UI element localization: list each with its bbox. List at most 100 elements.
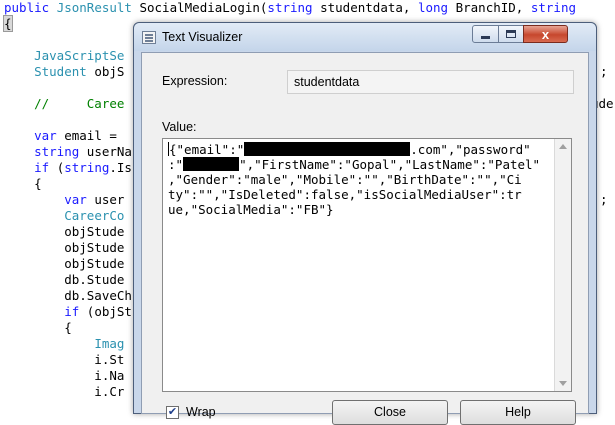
code-token: objStude (4, 240, 125, 255)
code-line: if (objSt (4, 304, 132, 320)
value-segment: ","FirstName":"Gopal","LastName":"Patel" (239, 157, 541, 172)
code-line-fragment: ; (600, 64, 608, 79)
expression-label: Expression: (162, 74, 228, 88)
code-token: SocialMediaLogin( (139, 0, 268, 15)
code-line-fragment: ; (600, 192, 608, 207)
value-segment: ue,"SocialMedia":"FB"} (168, 202, 334, 217)
code-token: string (64, 160, 110, 175)
text-visualizer-dialog: Text Visualizer x Expression: studentdat… (133, 22, 597, 425)
window-close-button[interactable]: x (523, 25, 568, 43)
dialog-title: Text Visualizer (162, 30, 243, 44)
code-line: var email = (4, 128, 124, 144)
dialog-titlebar[interactable]: Text Visualizer x (134, 23, 596, 51)
help-button[interactable]: Help (460, 400, 576, 425)
value-segment: ty":"","IsDeleted":false,"isSocialMediaU… (168, 187, 522, 202)
code-line: JavaScriptSe (4, 48, 124, 64)
code-token: { (3, 15, 13, 32)
code-token: if (34, 160, 57, 175)
code-token: var (34, 128, 65, 143)
code-line: // Caree (4, 96, 124, 112)
code-line: objStude (4, 224, 124, 240)
code-token: i.Na (4, 368, 125, 383)
code-line: var user (4, 192, 124, 208)
code-line: objStude (4, 256, 124, 272)
code-token: (objSt (86, 304, 132, 319)
code-token: email = (64, 128, 125, 143)
code-token: Imag (94, 336, 125, 351)
code-line: objStude (4, 240, 124, 256)
code-token: i.St (4, 352, 125, 367)
code-line: string userNa (4, 144, 132, 160)
value-line: {"email":" .com","password" (168, 142, 550, 157)
code-line: { (3, 15, 13, 32)
code-token: objS (94, 64, 125, 79)
wrap-checkbox[interactable]: ✔ (166, 406, 179, 419)
wrap-label: Wrap (186, 405, 216, 419)
code-token: string (34, 144, 87, 159)
code-token: i.Cr (4, 384, 125, 399)
code-token: { (4, 176, 42, 191)
code-token: JavaScriptSe (4, 48, 125, 63)
code-line: { (4, 176, 42, 192)
code-token: if (64, 304, 87, 319)
checkmark-icon: ✔ (167, 406, 178, 418)
code-token: db.SaveCh (4, 288, 132, 303)
value-text: {"email":" .com","password" :" ","FirstName… (168, 142, 550, 217)
code-line: Imag (4, 336, 124, 352)
code-token: studentdata, (320, 0, 418, 15)
value-line: ty":"","IsDeleted":false,"isSocialMediaU… (168, 187, 550, 202)
code-line: i.Na (4, 368, 124, 384)
dialog-client-area: Expression: studentdata Value: {"email":… (141, 52, 589, 425)
code-token: var (64, 192, 95, 207)
code-line: { (4, 320, 72, 336)
code-token: { (4, 320, 72, 335)
value-line: ue,"SocialMedia":"FB"} (168, 202, 550, 217)
value-segment: .com","password" (410, 142, 531, 157)
value-segment: {"email":" (169, 142, 245, 157)
close-button[interactable]: Close (332, 400, 448, 425)
value-segment: ,"Gender":"male","Mobile":"","BirthDate"… (168, 172, 522, 187)
code-token: .Is (109, 160, 132, 175)
code-line: public JsonResult SocialMediaLogin(strin… (4, 0, 576, 16)
code-token: objStude (4, 256, 125, 271)
value-segment: :" (168, 157, 184, 172)
code-token: BranchID, (455, 0, 531, 15)
code-token: string (267, 0, 321, 15)
code-line: if (string.Is (4, 160, 132, 176)
maximize-button[interactable] (498, 25, 524, 43)
redacted-block (244, 142, 411, 156)
code-token: objStude (4, 224, 125, 239)
minimize-button[interactable] (472, 25, 499, 43)
code-line: db.Stude (4, 272, 124, 288)
code-token: userNa (86, 144, 132, 159)
vertical-scrollbar[interactable] (554, 139, 571, 391)
code-token: // Caree (4, 96, 125, 111)
code-line: i.St (4, 352, 124, 368)
value-line: ,"Gender":"male","Mobile":"","BirthDate"… (168, 172, 550, 187)
code-line: Student objS (4, 64, 124, 80)
close-icon: x (541, 26, 550, 42)
expression-field[interactable]: studentdata (287, 70, 574, 94)
window-icon (142, 31, 156, 44)
code-token: JsonResult (56, 0, 140, 15)
code-token: db.Stude (4, 272, 125, 287)
value-textbox[interactable]: {"email":" .com","password" :" ","FirstName… (162, 138, 572, 392)
value-label: Value: (162, 120, 197, 134)
scroll-down-arrow-icon[interactable] (559, 381, 567, 386)
code-line: db.SaveCh (4, 288, 132, 304)
code-token: user (94, 192, 125, 207)
code-token: CareerCo (64, 208, 125, 223)
code-line: i.Cr (4, 384, 124, 400)
code-token: public (4, 0, 57, 15)
code-token: string (530, 0, 577, 15)
minimize-icon (481, 35, 490, 39)
redacted-block (183, 157, 240, 171)
scroll-up-arrow-icon[interactable] (559, 144, 567, 149)
